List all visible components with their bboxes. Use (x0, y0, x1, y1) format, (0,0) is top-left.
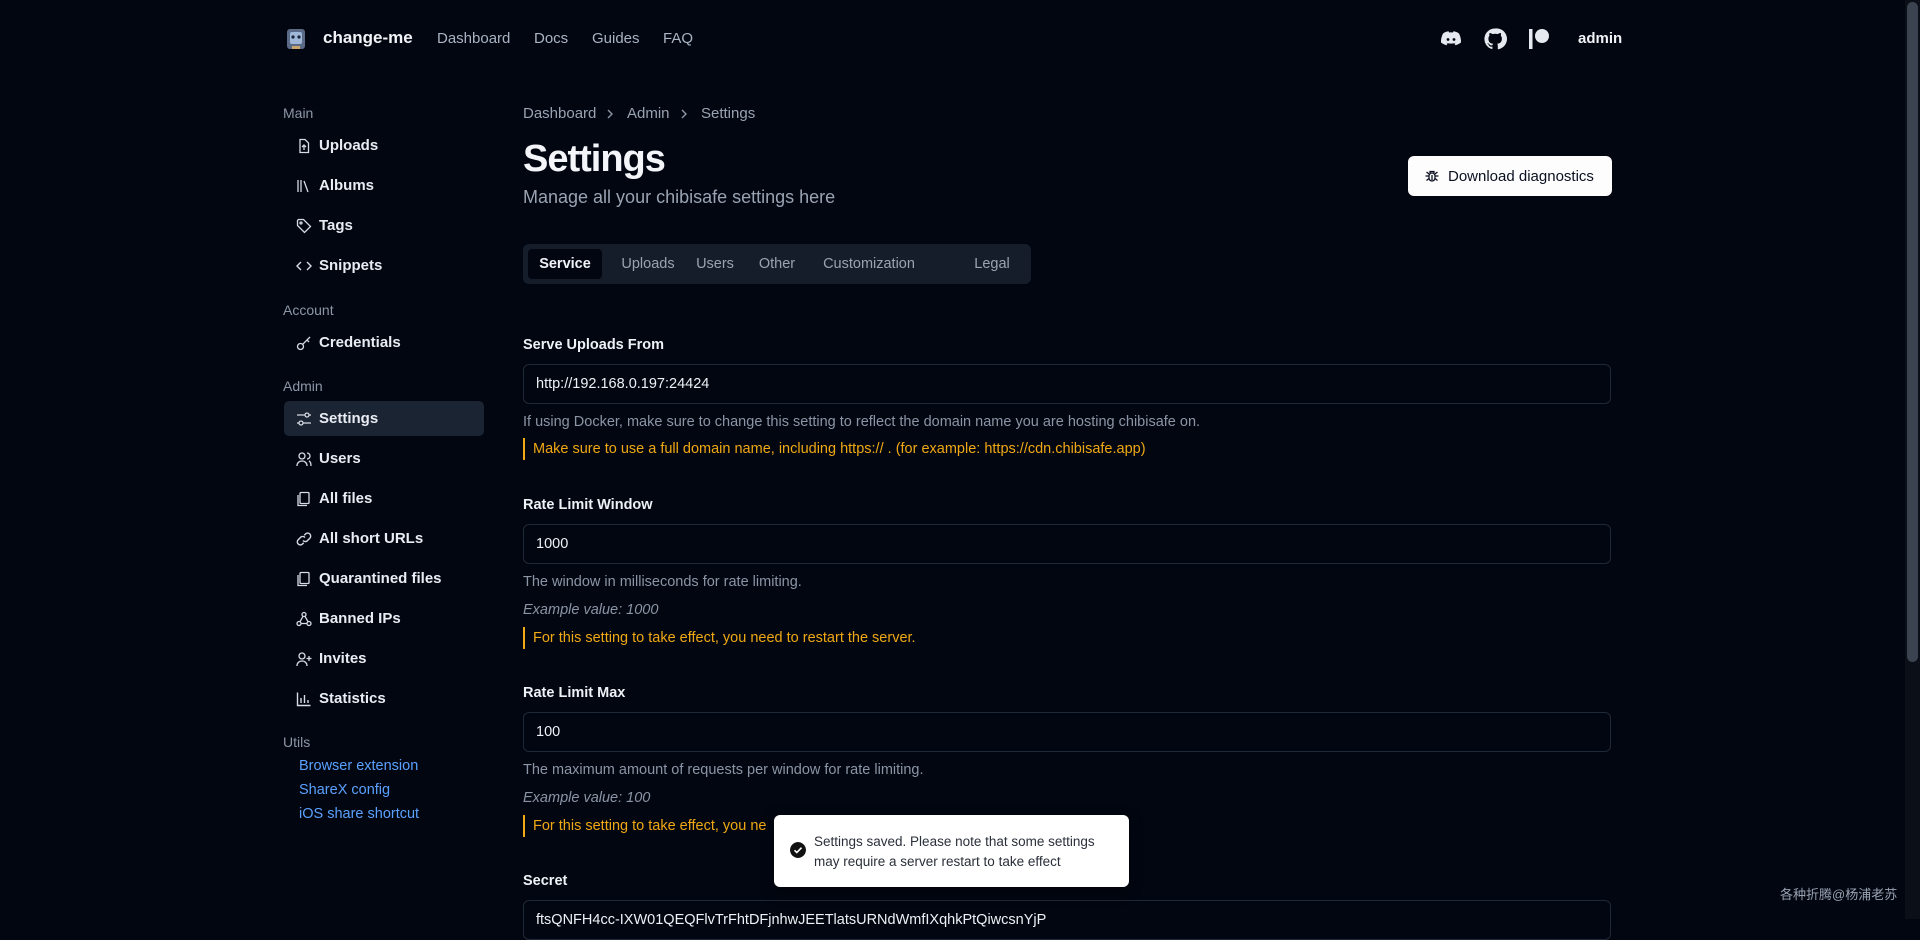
code-icon (296, 261, 312, 271)
file-upload-icon (299, 138, 310, 154)
settings-tabs: Service Uploads Users Other Customizatio… (523, 244, 1031, 284)
field-warning: Make sure to use a full domain name, inc… (523, 438, 1146, 460)
sidebar-item-label: Banned IPs (319, 610, 401, 627)
sidebar-item-quarantined-files[interactable]: Quarantined files (284, 561, 484, 596)
field-warning: For this setting to take effect, you nee… (523, 627, 916, 649)
chevron-right-icon (681, 109, 687, 119)
sidebar-item-label: Quarantined files (319, 570, 442, 587)
link-browser-extension[interactable]: Browser extension (299, 758, 418, 774)
page-subtitle: Manage all your chibisafe settings here (523, 187, 836, 207)
sidebar-item-label: All short URLs (319, 530, 424, 547)
field-help: The window in milliseconds for rate limi… (523, 574, 802, 590)
chevron-right-icon (607, 109, 613, 119)
breadcrumb-dashboard[interactable]: Dashboard (523, 105, 596, 122)
toast-message: Settings saved. Please note that some se… (814, 834, 1095, 869)
top-navbar: change-me Dashboard Docs Guides FAQ admi… (0, 0, 1905, 80)
download-diagnostics-button[interactable]: Download diagnostics (1408, 156, 1612, 196)
field-example: Example value: 100 (523, 790, 651, 806)
breadcrumb-admin[interactable]: Admin (627, 105, 670, 122)
sidebar-item-credentials[interactable]: Credentials (284, 325, 484, 360)
patreon-icon[interactable] (1527, 27, 1551, 51)
tag-icon (296, 218, 312, 234)
field-help: If using Docker, make sure to change thi… (523, 414, 1201, 430)
link-icon (296, 532, 312, 546)
download-diagnostics-label: Download diagnostics (1448, 168, 1594, 185)
brand-name[interactable]: change-me (323, 28, 413, 48)
tab-customization[interactable]: Customization (810, 249, 928, 279)
sidebar-item-label: Invites (319, 650, 367, 667)
sidebar-item-settings[interactable]: Settings (284, 401, 484, 436)
bar-chart-icon (296, 692, 311, 707)
tab-uploads[interactable]: Uploads (613, 249, 683, 279)
chibisafe-logo-icon[interactable] (285, 26, 307, 52)
toast-notification: Settings saved. Please note that some se… (774, 815, 1129, 887)
rate-limit-window-input[interactable] (523, 524, 1611, 564)
discord-icon[interactable] (1439, 27, 1463, 51)
field-help: The maximum amount of requests per windo… (523, 762, 924, 778)
rate-limit-max-input[interactable] (523, 712, 1611, 752)
tab-legal[interactable]: Legal (964, 249, 1020, 279)
sidebar-item-albums[interactable]: Albums (284, 168, 484, 203)
scrollbar-thumb[interactable] (1907, 2, 1918, 662)
github-icon[interactable] (1483, 27, 1507, 51)
sidebar-heading-account: Account (283, 302, 334, 318)
sidebar-item-tags[interactable]: Tags (284, 208, 484, 243)
sidebar-item-uploads[interactable]: Uploads (284, 128, 484, 163)
tab-users[interactable]: Users (685, 249, 745, 279)
sidebar-item-statistics[interactable]: Statistics (284, 681, 484, 716)
field-label: Rate Limit Max (523, 685, 626, 701)
tab-service[interactable]: Service (528, 249, 602, 279)
sidebar-heading-main: Main (283, 105, 314, 121)
sidebar-item-label: All files (319, 490, 373, 507)
sidebar-item-users[interactable]: Users (284, 441, 484, 476)
key-icon (296, 336, 311, 351)
field-warning: For this setting to take effect, you ne (523, 815, 766, 837)
nav-dashboard[interactable]: Dashboard (437, 30, 510, 47)
serve-uploads-from-input[interactable] (523, 364, 1611, 404)
sidebar-item-label: Albums (319, 177, 375, 194)
sidebar-item-all-files[interactable]: All files (284, 481, 484, 516)
network-icon (296, 611, 312, 627)
link-sharex-config[interactable]: ShareX config (299, 782, 390, 798)
bug-icon (1425, 170, 1439, 182)
sidebar-item-invites[interactable]: Invites (284, 641, 484, 676)
secret-input[interactable] (523, 900, 1611, 940)
sidebar-item-label: Snippets (319, 257, 383, 274)
sidebar-item-label: Uploads (319, 137, 379, 154)
sidebar-item-label: Statistics (319, 690, 386, 707)
field-label: Rate Limit Window (523, 497, 653, 513)
tab-other[interactable]: Other (748, 249, 806, 279)
user-plus-icon (296, 652, 312, 667)
sidebar-item-label: Settings (319, 410, 379, 427)
files-quarantine-icon (297, 571, 310, 587)
breadcrumb-settings: Settings (701, 105, 756, 122)
user-menu-admin[interactable]: admin (1578, 30, 1622, 47)
nav-guides[interactable]: Guides (592, 30, 640, 47)
library-icon (297, 180, 309, 193)
sidebar-item-snippets[interactable]: Snippets (284, 248, 484, 283)
sliders-icon (297, 412, 311, 426)
field-label: Secret (523, 873, 568, 889)
users-icon (296, 452, 312, 467)
nav-faq[interactable]: FAQ (663, 30, 693, 47)
field-example: Example value: 1000 (523, 602, 659, 618)
field-label: Serve Uploads From (523, 337, 665, 353)
sidebar-item-label: Users (319, 450, 361, 467)
watermark-text: 各种折腾@杨浦老苏 (1780, 887, 1898, 902)
nav-docs[interactable]: Docs (534, 30, 568, 47)
check-circle-icon (790, 842, 806, 858)
page-title: Settings (523, 138, 666, 180)
sidebar-item-short-urls[interactable]: All short URLs (284, 521, 484, 556)
link-ios-share-shortcut[interactable]: iOS share shortcut (299, 806, 419, 822)
sidebar-heading-utils: Utils (283, 734, 311, 750)
sidebar-item-label: Tags (319, 217, 353, 234)
sidebar-item-label: Credentials (319, 334, 401, 351)
sidebar-heading-admin: Admin (283, 378, 323, 394)
sidebar-item-banned-ips[interactable]: Banned IPs (284, 601, 484, 636)
files-icon (297, 491, 310, 507)
